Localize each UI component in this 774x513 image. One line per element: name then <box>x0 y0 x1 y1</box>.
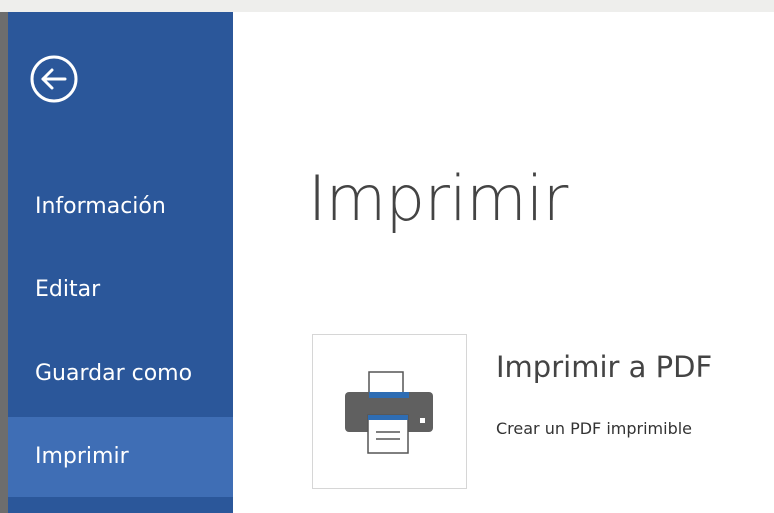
sidebar-item-label: Información <box>35 194 166 219</box>
printer-select-button[interactable] <box>312 334 467 489</box>
sidebar-item-informacion[interactable]: Información <box>8 167 233 247</box>
arrow-left-circle-icon <box>30 55 78 103</box>
backstage-sidebar: Información Editar Guardar como Imprimir <box>8 12 233 513</box>
printer-description: Crear un PDF imprimible <box>496 419 693 438</box>
sidebar-item-guardar-como[interactable]: Guardar como <box>8 334 233 414</box>
sidebar-item-label: Guardar como <box>35 361 193 386</box>
printer-icon <box>345 371 433 454</box>
sidebar-item-imprimir[interactable]: Imprimir <box>8 417 233 497</box>
printer-name: Imprimir a PDF <box>496 350 713 384</box>
sidebar-item-label: Imprimir <box>35 444 129 469</box>
sidebar-item-label: Editar <box>35 277 101 302</box>
page-title: Imprimir <box>308 162 568 235</box>
sidebar-item-editar[interactable]: Editar <box>8 250 233 330</box>
window-left-edge <box>0 12 8 513</box>
back-button[interactable] <box>29 54 79 104</box>
main-panel: Imprimir Imprimir a PDF Crear un PDF imp… <box>233 12 774 513</box>
